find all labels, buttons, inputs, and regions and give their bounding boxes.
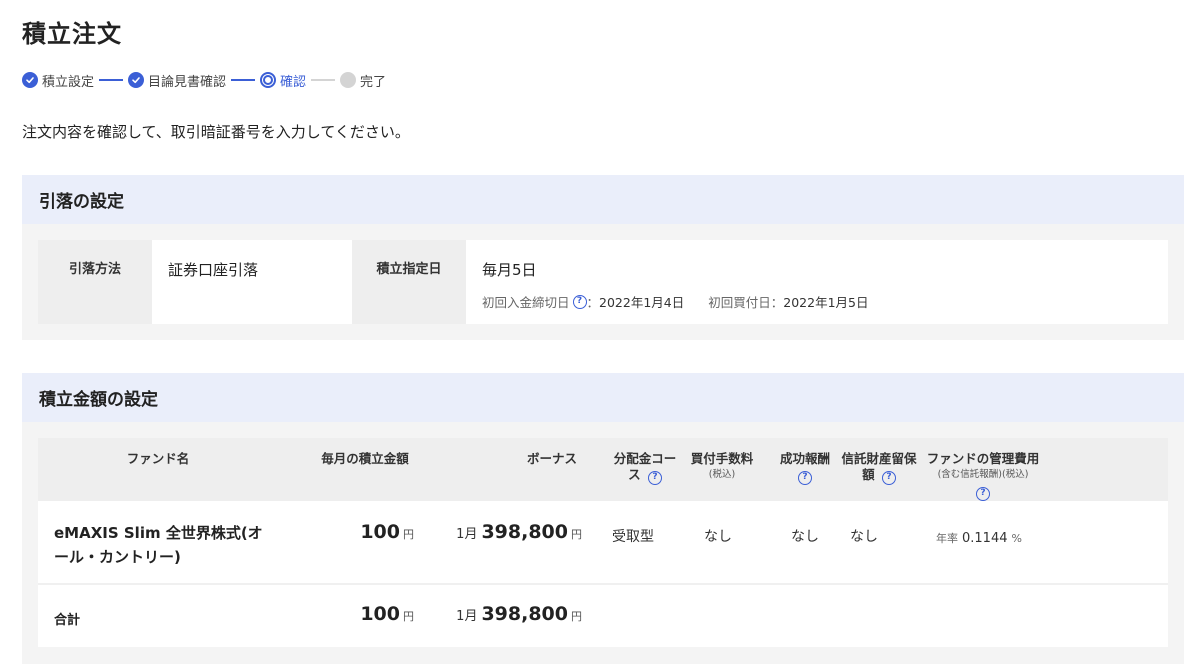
current-step-icon <box>260 72 277 88</box>
withdrawal-table: 引落方法 証券口座引落 積立指定日 毎月5日 初回入金締切日 ? ： 2022年… <box>38 240 1168 324</box>
percent-unit: % <box>1011 532 1022 545</box>
success-fee-value: なし <box>791 529 819 545</box>
help-icon[interactable]: ? <box>976 486 990 501</box>
step-connector <box>231 79 256 81</box>
fund-table: ファンド名 毎月の積立金額 ボーナス 分配金コース ? 買付手数料 (税込) 成… <box>38 438 1168 647</box>
method-value: 証券口座引落 <box>168 261 259 279</box>
help-icon[interactable]: ? <box>572 294 587 309</box>
help-icon[interactable]: ? <box>881 470 896 485</box>
step-connector <box>311 79 336 81</box>
step-complete: 完了 <box>340 71 386 90</box>
header-mgmt-fee-label: ファンドの管理費用 <box>926 451 1040 466</box>
check-icon <box>22 72 38 88</box>
date-value-block: 毎月5日 初回入金締切日 ? ： 2022年1月4日 初回買付日 ： 2022年… <box>466 240 1168 324</box>
progress-stepper: 積立設定 目論見書確認 確認 完了 <box>22 70 386 90</box>
header-success-fee-label: 成功報酬 <box>779 451 830 466</box>
monthly-amount: 100 <box>360 521 400 543</box>
header-trust-reserve-label: 信託財産留保額 <box>841 451 917 482</box>
header-purchase-fee-note: (税込) <box>708 469 736 480</box>
purchase-fee-value: なし <box>704 529 732 545</box>
first-deposit-date: 2022年1月4日 <box>599 295 685 310</box>
mgmt-fee-cell: 年率 0.1144% <box>936 527 1022 546</box>
total-bonus-cell: 1月 398,800 円 <box>438 603 582 625</box>
step-label: 目論見書確認 <box>148 74 227 90</box>
total-monthly-amount: 100 <box>360 603 400 625</box>
withdrawal-section-body: 引落方法 証券口座引落 積立指定日 毎月5日 初回入金締切日 ? ： 2022年… <box>22 224 1184 340</box>
section-title: 引落の設定 <box>39 192 124 212</box>
step-label: 完了 <box>360 74 387 90</box>
total-bonus-month: 1月 <box>456 609 478 624</box>
step-connector <box>99 79 124 81</box>
total-row: 合計 100 円 1月 398,800 円 <box>38 585 1168 647</box>
separator: ： <box>770 295 784 310</box>
instruction-text: 注文内容を確認して、取引暗証番号を入力してください。 <box>22 123 410 141</box>
withdrawal-section-header: 引落の設定 <box>22 175 1184 224</box>
mgmt-rate: 0.1144 <box>962 531 1008 546</box>
total-monthly-cell: 100 円 <box>338 603 414 625</box>
total-bonus-amount: 398,800 <box>481 603 568 625</box>
yen-unit: 円 <box>403 528 414 541</box>
bonus-amount: 398,800 <box>481 521 568 543</box>
bonus-month: 1月 <box>456 527 478 542</box>
pending-step-icon <box>340 72 357 88</box>
first-purchase-date: 2022年1月5日 <box>783 295 869 310</box>
header-mgmt-fee-note: (含む信託報酬)(税込) <box>937 469 1029 480</box>
rate-prefix: 年率 <box>936 532 958 545</box>
fund-name: eMAXIS Slim 全世界株式(オール・カントリー) <box>54 524 263 566</box>
date-label: 積立指定日 <box>352 240 466 324</box>
step-label: 積立設定 <box>42 74 95 90</box>
header-purchase-fee-label: 買付手数料 <box>690 451 754 466</box>
header-trust-reserve: 信託財産留保額 ? <box>840 451 918 485</box>
separator: ： <box>586 295 600 310</box>
header-success-fee: 成功報酬 ? <box>774 451 836 485</box>
header-distribution-label: 分配金コース <box>613 451 677 482</box>
monthly-amount-cell: 100 円 <box>338 521 414 543</box>
page-title: 積立注文 <box>22 20 122 48</box>
header-mgmt-fee: ファンドの管理費用 (含む信託報酬)(税込) ? <box>920 451 1046 501</box>
first-dates-line: 初回入金締切日 ? ： 2022年1月4日 初回買付日 ： 2022年1月5日 <box>482 292 1168 311</box>
first-deposit-label: 初回入金締切日 <box>482 295 570 310</box>
first-purchase-label: 初回買付日 <box>708 295 771 310</box>
date-value: 毎月5日 <box>482 261 537 279</box>
yen-unit: 円 <box>571 528 582 541</box>
step-prospectus: 目論見書確認 <box>128 71 226 90</box>
help-icon[interactable]: ? <box>798 470 812 485</box>
header-monthly: 毎月の積立金額 <box>321 451 409 466</box>
help-icon[interactable]: ? <box>647 470 662 485</box>
amount-section-header: 積立金額の設定 <box>22 373 1184 422</box>
total-label: 合計 <box>54 613 81 628</box>
method-label: 引落方法 <box>38 240 152 324</box>
section-title: 積立金額の設定 <box>39 390 158 410</box>
trust-reserve-value: なし <box>850 529 878 545</box>
table-header: ファンド名 毎月の積立金額 ボーナス 分配金コース ? 買付手数料 (税込) 成… <box>38 438 1168 501</box>
yen-unit: 円 <box>571 610 582 623</box>
header-purchase-fee: 買付手数料 (税込) <box>682 451 762 483</box>
step-confirm: 確認 <box>260 71 306 90</box>
step-label: 確認 <box>280 74 307 90</box>
step-settings: 積立設定 <box>22 71 94 90</box>
header-bonus: ボーナス <box>526 451 577 466</box>
distribution-value: 受取型 <box>612 529 654 545</box>
amount-section-body: ファンド名 毎月の積立金額 ボーナス 分配金コース ? 買付手数料 (税込) 成… <box>22 422 1184 664</box>
bonus-cell: 1月 398,800 円 <box>438 521 582 543</box>
header-distribution: 分配金コース ? <box>610 451 680 485</box>
yen-unit: 円 <box>403 610 414 623</box>
table-row: eMAXIS Slim 全世界株式(オール・カントリー) 100 円 1月 398,… <box>38 501 1168 585</box>
header-fund-name: ファンド名 <box>126 451 190 466</box>
check-icon <box>128 72 145 88</box>
